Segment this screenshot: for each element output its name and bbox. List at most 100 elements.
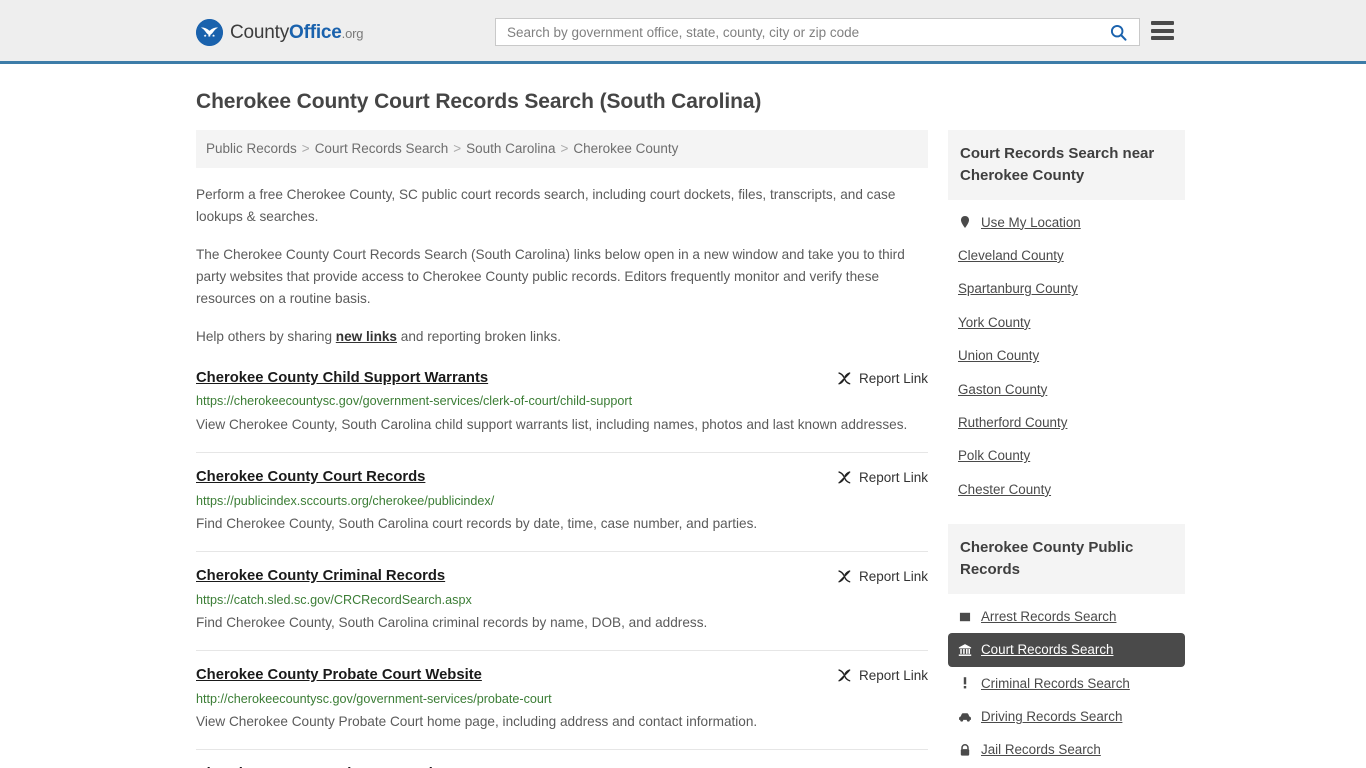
intro-paragraph-1: Perform a free Cherokee County, SC publi… — [196, 186, 896, 224]
nearby-link-label: Cleveland County — [958, 247, 1064, 263]
nearby-link-gaston-county[interactable]: Gaston County — [948, 373, 1185, 406]
public-records-link-court-records-search[interactable]: Court Records Search — [948, 633, 1185, 667]
content-columns: Public Records > Court Records Search > Sout… — [196, 130, 1185, 768]
nearby-link-label: Use My Location — [981, 214, 1081, 230]
report-link-label: Report Link — [858, 568, 928, 584]
breadcrumb-item-2[interactable]: Court Records Search — [315, 141, 449, 156]
results-list: Cherokee County Child Support Warrants Re… — [196, 370, 928, 768]
result-item: Cherokee County Court Records Report Link… — [196, 469, 928, 552]
hamburger-bar — [1151, 21, 1174, 25]
public-records-link-arrest-records-search[interactable]: Arrest Records Search — [948, 600, 1185, 633]
breadcrumb-separator: > — [453, 141, 462, 156]
breadcrumb-item-1[interactable]: Public Records — [206, 141, 297, 156]
result-url: http://cherokeecountysc.gov/government-s… — [196, 691, 552, 706]
nearby-link-label: Polk County — [958, 448, 1031, 464]
fingerprint-card-icon — [959, 612, 971, 621]
result-title-link[interactable]: Cherokee County Probate Court Website — [196, 667, 482, 685]
broken-link-icon — [838, 471, 851, 484]
fingerprint-card-icon — [958, 610, 972, 624]
car-icon — [958, 710, 972, 724]
eagle-stars-seal-icon — [196, 19, 223, 46]
public-records-link-label: Court Records Search — [981, 642, 1114, 658]
intro-p3-after: and reporting broken links. — [397, 328, 561, 344]
exclamation-icon — [963, 677, 967, 689]
breadcrumb-separator: > — [301, 141, 310, 156]
search-button[interactable] — [1106, 19, 1139, 45]
result-item: Cherokee County Child Support Warrants Re… — [196, 370, 928, 453]
map-pin-icon — [958, 215, 972, 229]
page-title: Cherokee County Court Records Search (So… — [196, 90, 762, 113]
hamburger-bar — [1151, 28, 1174, 33]
result-item: Cherokee County Criminal Records Report L… — [196, 568, 928, 652]
public-records-link-criminal-records-search[interactable]: Criminal Records Search — [948, 667, 1185, 700]
sidebar: Court Records Search near Cherokee Count… — [948, 130, 1185, 768]
courthouse-icon — [958, 644, 972, 656]
nearby-link-label: Union County — [958, 348, 1040, 364]
padlock-icon — [960, 744, 970, 756]
nearby-link-union-county[interactable]: Union County — [948, 339, 1185, 372]
search-icon — [1110, 24, 1127, 41]
public-records-link-label: Driving Records Search — [981, 709, 1123, 725]
broken-link-icon — [838, 669, 851, 682]
result-description: Find Cherokee County, South Carolina cou… — [196, 515, 758, 531]
result-url: https://cherokeecountysc.gov/government-… — [196, 394, 633, 409]
logo-text-county: County — [230, 22, 290, 43]
public-records-link-jail-records-search[interactable]: Jail Records Search — [948, 733, 1185, 766]
result-url: https://publicindex.sccourts.org/cheroke… — [196, 493, 495, 508]
result-header: Cherokee County Child Support Warrants Re… — [196, 370, 928, 388]
breadcrumb-item-3[interactable]: South Carolina — [466, 141, 555, 156]
nearby-link-chester-county[interactable]: Chester County — [948, 473, 1185, 506]
breadcrumb-item-4[interactable]: Cherokee County — [573, 141, 678, 156]
nearby-link-rutherford-county[interactable]: Rutherford County — [948, 406, 1185, 439]
nearby-link-label: York County — [958, 314, 1031, 330]
nearby-links-list: Use My Location Cleveland County Spartanbu… — [948, 200, 1185, 507]
site-logo[interactable]: CountyOffice.org — [196, 19, 363, 46]
nearby-link-spartanburg-county[interactable]: Spartanburg County — [948, 272, 1185, 305]
report-link-label: Report Link — [858, 469, 928, 485]
report-link-button[interactable]: Report Link — [837, 668, 928, 683]
public-records-box: Cherokee County Public Records Arrest Re… — [948, 524, 1185, 767]
hamburger-bar — [1151, 36, 1174, 40]
exclamation-icon — [958, 676, 972, 690]
intro-p3-before: Help others by sharing — [196, 328, 336, 344]
nearby-link-label: Chester County — [958, 481, 1052, 497]
public-records-link-driving-records-search[interactable]: Driving Records Search — [948, 700, 1185, 733]
result-url: https://catch.sled.sc.gov/CRCRecordSearc… — [196, 592, 472, 607]
result-description: View Cherokee County, South Carolina chi… — [196, 416, 908, 432]
result-description: Find Cherokee County, South Carolina cri… — [196, 615, 708, 630]
result-title-link[interactable]: Cherokee County Child Support Warrants — [196, 370, 488, 388]
logo-text-org: .org — [341, 26, 364, 41]
intro-text: Perform a free Cherokee County, SC publi… — [196, 184, 928, 348]
public-records-link-label: Jail Records Search — [981, 742, 1101, 758]
nearby-link-use-my-location[interactable]: Use My Location — [948, 206, 1185, 239]
result-item: Cherokee County Probate Court Website Rep… — [196, 667, 928, 751]
car-icon — [959, 713, 971, 722]
result-title-link[interactable]: Cherokee County Court Records — [196, 469, 425, 487]
result-description: View Cherokee County Probate Court home … — [196, 714, 758, 730]
nearby-link-cleveland-county[interactable]: Cleveland County — [948, 239, 1185, 272]
page-container: Cherokee County Court Records Search (So… — [0, 90, 1366, 768]
result-header: Cherokee County Criminal Records Report L… — [196, 568, 928, 586]
intro-paragraph-2: The Cherokee County Court Records Search… — [196, 246, 905, 306]
breadcrumb-separator: > — [560, 141, 569, 156]
search-input[interactable] — [496, 19, 1106, 45]
nearby-link-label: Rutherford County — [958, 415, 1068, 431]
public-records-heading: Cherokee County Public Records — [948, 524, 1185, 594]
report-link-button[interactable]: Report Link — [837, 470, 928, 485]
public-records-links-list: Arrest Records Search Court Records Searc… — [948, 594, 1185, 767]
main-column: Public Records > Court Records Search > Sout… — [196, 130, 928, 768]
hamburger-menu-icon[interactable] — [1151, 21, 1174, 40]
new-links-link[interactable]: new links — [336, 329, 397, 344]
nearby-link-polk-county[interactable]: Polk County — [948, 439, 1185, 472]
result-title-link[interactable]: Cherokee County Criminal Records — [196, 568, 445, 586]
public-records-link-label: Arrest Records Search — [981, 608, 1117, 624]
report-link-label: Report Link — [858, 668, 928, 684]
map-pin-icon — [960, 216, 970, 229]
report-link-button[interactable]: Report Link — [837, 569, 928, 584]
nearby-link-york-county[interactable]: York County — [948, 306, 1185, 339]
report-link-button[interactable]: Report Link — [837, 371, 928, 386]
nearby-court-records-box: Court Records Search near Cherokee Count… — [948, 130, 1185, 506]
search-bar — [495, 18, 1140, 46]
public-records-link-label: Criminal Records Search — [981, 675, 1130, 691]
result-header: Cherokee County Probate Court Website Rep… — [196, 667, 928, 685]
